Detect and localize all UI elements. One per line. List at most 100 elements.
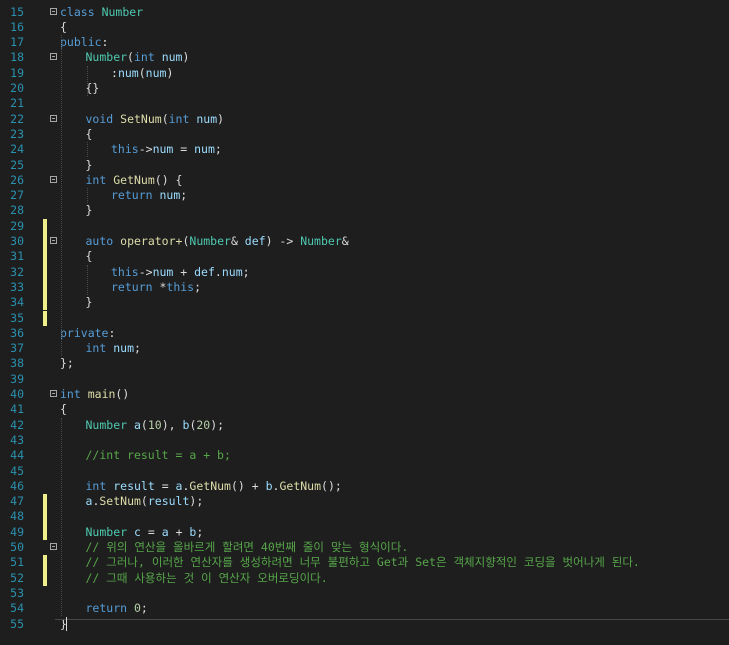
code-line[interactable]: 19:num(num) <box>0 66 729 81</box>
change-indicator <box>43 494 47 510</box>
code-line[interactable]: 25} <box>0 158 729 173</box>
code-line[interactable]: 51 // 그러나, 이러한 연산자를 생성하려면 너무 불편하고 Get과 Se… <box>0 555 729 571</box>
code-line[interactable]: 20{} <box>0 81 729 96</box>
collapse-icon[interactable] <box>50 175 57 183</box>
code-text[interactable]: { <box>86 249 93 264</box>
code-line[interactable]: 41 { <box>0 402 729 417</box>
code-line[interactable]: 21 <box>0 96 729 111</box>
code-token: def <box>194 264 215 279</box>
code-line[interactable]: 30 auto operator+(Number& def) -> Number& <box>0 234 729 250</box>
code-token: + <box>173 264 195 279</box>
code-line[interactable]: 34} <box>0 295 729 311</box>
code-text[interactable]: int result = a.GetNum() + b.GetNum(); <box>86 479 342 494</box>
code-line[interactable]: 45 <box>0 464 729 479</box>
code-text[interactable]: auto operator+(Number& def) -> Number& <box>86 234 349 249</box>
code-text[interactable]: Number a(10), b(20); <box>86 418 225 433</box>
code-line[interactable]: 36 private: <box>0 326 729 341</box>
code-line[interactable]: 33 return *this; <box>0 279 729 296</box>
code-line[interactable]: 42 Number a(10), b(20); <box>0 418 729 433</box>
code-line[interactable]: 48 <box>0 509 729 525</box>
code-line[interactable]: 38}; <box>0 356 729 371</box>
code-text[interactable]: // 위의 연산을 올바르게 할려면 40번째 줄이 맞는 형식이다. <box>86 540 409 555</box>
code-token: () { <box>154 172 183 187</box>
code-line[interactable]: 53 <box>0 586 729 601</box>
code-line[interactable]: 44 //int result = a + b; <box>0 448 729 463</box>
code-text[interactable]: this->num = num; <box>111 142 222 157</box>
code-line[interactable]: 52 // 그때 사용하는 것 이 연산자 오버로딩이다. <box>0 570 729 586</box>
code-token: num <box>113 341 134 356</box>
code-line[interactable]: 31 { <box>0 249 729 265</box>
change-indicator <box>43 310 47 326</box>
code-text[interactable]: Number(int num) <box>86 50 190 65</box>
code-text[interactable]: }; <box>60 356 74 371</box>
code-line[interactable]: 18 Number(int num) <box>0 50 729 65</box>
code-text[interactable]: // 그러나, 이러한 연산자를 생성하려면 너무 불편하고 Get과 Set은… <box>86 555 640 570</box>
code-text[interactable]: // 그때 사용하는 것 이 연산자 오버로딩이다. <box>86 571 328 586</box>
code-text[interactable]: public: <box>60 35 108 50</box>
code-text[interactable]: Number c = a + b; <box>86 525 204 540</box>
code-text[interactable]: } <box>86 158 93 173</box>
indent-guide <box>61 417 62 617</box>
code-token: Number <box>300 234 342 248</box>
code-text[interactable]: int GetNum() { <box>86 173 183 188</box>
code-text[interactable]: class Number <box>60 5 143 20</box>
collapse-icon[interactable] <box>50 390 57 397</box>
code-line[interactable]: 27 return num; <box>0 188 729 203</box>
code-token: c <box>133 524 141 539</box>
code-line[interactable]: 37 int num; <box>0 341 729 356</box>
code-line[interactable]: 26 int GetNum() { <box>0 173 729 188</box>
code-line[interactable]: 15 class Number <box>0 5 729 20</box>
code-line[interactable]: 47 a.SetNum(result); <box>0 494 729 510</box>
code-line[interactable]: 32 this->num + def.num; <box>0 264 729 280</box>
code-token: ; <box>214 142 222 157</box>
code-line[interactable]: 50 // 위의 연산을 올바르게 할려면 40번째 줄이 맞는 형식이다. <box>0 540 729 555</box>
code-token: result <box>147 494 190 509</box>
code-line[interactable]: 54 return 0; <box>0 601 729 616</box>
indent-guide <box>87 142 88 158</box>
line-number: 53 <box>10 585 24 600</box>
code-line[interactable]: 28} <box>0 203 729 218</box>
collapse-icon[interactable] <box>50 114 57 122</box>
code-line[interactable]: 40 int main() <box>0 387 729 402</box>
collapse-icon[interactable] <box>50 543 57 550</box>
code-line[interactable]: 29 <box>0 218 729 234</box>
code-text[interactable]: void SetNum(int num) <box>86 112 225 127</box>
code-line[interactable]: 17 public: <box>0 35 729 50</box>
code-line[interactable]: 39 <box>0 372 729 387</box>
code-line[interactable]: 35 <box>0 310 729 326</box>
code-token: public <box>60 35 102 50</box>
code-token: int <box>168 111 190 126</box>
code-text[interactable]: } <box>86 295 93 310</box>
code-text[interactable]: { <box>86 127 93 142</box>
code-line[interactable]: 46 int result = a.GetNum() + b.GetNum(); <box>0 479 729 494</box>
collapse-icon[interactable] <box>50 7 57 15</box>
code-line[interactable]: 24 this->num = num; <box>0 142 729 157</box>
code-text[interactable]: a.SetNum(result); <box>86 494 204 509</box>
code-text[interactable]: int num; <box>86 341 141 356</box>
code-line[interactable]: 22 void SetNum(int num) <box>0 112 729 127</box>
code-text[interactable]: return *this; <box>111 280 201 295</box>
code-line[interactable]: 43 <box>0 433 729 448</box>
code-line[interactable]: 16 { <box>0 20 729 35</box>
code-text[interactable]: this->num + def.num; <box>111 265 250 280</box>
code-text[interactable]: return num; <box>111 188 187 203</box>
code-text[interactable]: :num(num) <box>111 66 173 81</box>
line-number: 20 <box>10 81 24 95</box>
code-text[interactable]: { <box>60 20 67 35</box>
code-token: GetNum <box>189 478 231 493</box>
code-text[interactable]: return 0; <box>86 601 148 616</box>
code-token: ( <box>127 50 134 65</box>
line-number: 37 <box>10 341 24 356</box>
collapse-icon[interactable] <box>50 237 57 244</box>
code-text[interactable]: { <box>60 402 67 417</box>
code-editor[interactable]: 15 class Number 16{17 public: 18 Number(int n… <box>0 0 729 645</box>
collapse-icon[interactable] <box>50 53 57 61</box>
code-text[interactable]: } <box>86 203 93 218</box>
code-text[interactable]: //int result = a + b; <box>86 448 231 463</box>
code-line[interactable]: 49 Number c = a + b; <box>0 524 729 540</box>
code-line[interactable]: 23 { <box>0 127 729 142</box>
code-text[interactable]: int main() <box>60 387 129 402</box>
code-text[interactable]: private: <box>60 326 115 341</box>
code-token: SetNum <box>120 111 162 126</box>
